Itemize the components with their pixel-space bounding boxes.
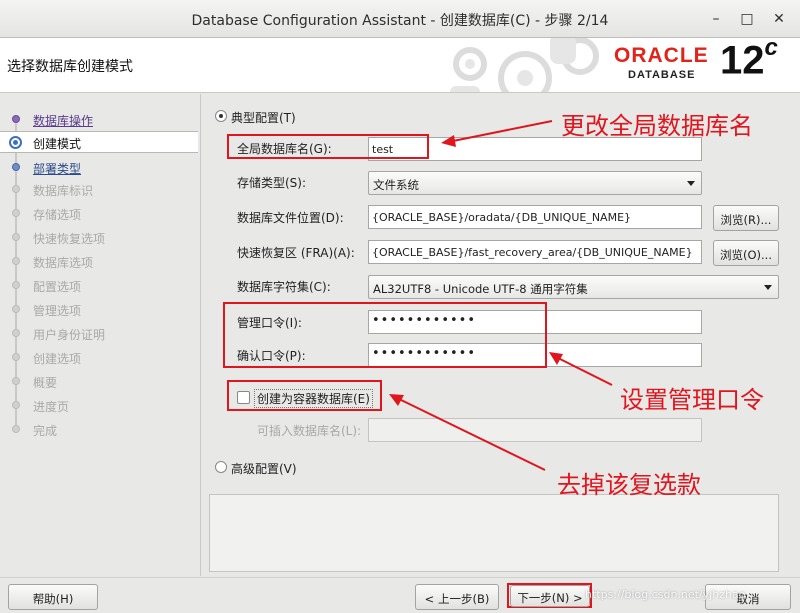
step-dot-icon <box>12 257 20 265</box>
fra-label: 快速恢复区 (FRA)(A): <box>237 246 355 260</box>
step-dot-icon <box>12 377 20 385</box>
annotation-change-db-name: 更改全局数据库名 <box>561 112 753 140</box>
db-file-location-input[interactable]: {ORACLE_BASE}/oradata/{DB_UNIQUE_NAME} <box>368 205 702 229</box>
step-dot-icon <box>12 353 20 361</box>
nav-step-create-options: 创建选项 <box>0 347 198 369</box>
step-header: 选择数据库创建模式 ORACLE DATABASE 12c <box>0 38 800 93</box>
window-titlebar: Database Configuration Assistant - 创建数据库… <box>0 0 800 38</box>
nav-step-progress: 进度页 <box>0 395 198 417</box>
nav-divider <box>200 94 201 576</box>
message-panel <box>209 494 779 572</box>
nav-step-summary: 概要 <box>0 371 198 393</box>
highlight-db-name <box>227 134 429 159</box>
nav-step-mgmt-options: 管理选项 <box>0 299 198 321</box>
version-logo: 12c <box>720 38 778 83</box>
nav-step-db-identifier: 数据库标识 <box>0 179 198 201</box>
step-dot-icon <box>12 233 20 241</box>
step-dot-icon <box>12 115 20 123</box>
page-title: 选择数据库创建模式 <box>7 59 133 75</box>
step-dot-icon <box>12 401 20 409</box>
charset-label: 数据库字符集(C): <box>237 280 331 294</box>
step-dot-icon <box>12 209 20 217</box>
browse-datafile-button[interactable]: 浏览(R)... <box>713 205 779 231</box>
nav-step-deploy-type[interactable]: 部署类型 <box>0 157 198 179</box>
storage-type-label: 存储类型(S): <box>237 176 307 190</box>
dropdown-arrow-icon <box>687 181 695 186</box>
window-title: Database Configuration Assistant - 创建数据库… <box>191 13 609 29</box>
nav-step-storage: 存储选项 <box>0 203 198 225</box>
db-file-location-label: 数据库文件位置(D): <box>237 211 344 225</box>
step-dot-icon <box>12 163 20 171</box>
step-dot-icon <box>12 281 20 289</box>
oracle-logo: ORACLE DATABASE <box>614 44 709 81</box>
browse-fra-button[interactable]: 浏览(O)... <box>713 240 779 266</box>
gears-decoration-icon <box>450 38 599 92</box>
step-navigation: 数据库操作 创建模式 部署类型 数据库标识 存储选项 快速恢复选项 数据库选项 … <box>0 94 200 574</box>
annotation-uncheck-option: 去掉该复选款 <box>557 471 701 499</box>
maximize-icon[interactable]: □ <box>737 9 757 29</box>
step-dot-icon <box>12 185 20 193</box>
watermark: https://blog.csdn.net/yjhzhao <box>585 588 746 601</box>
nav-step-db-options: 数据库选项 <box>0 251 198 273</box>
minimize-icon[interactable]: – <box>706 9 726 29</box>
dropdown-arrow-icon <box>764 285 772 290</box>
advanced-config-label: 高级配置(V) <box>231 462 297 476</box>
nav-step-credentials: 用户身份证明 <box>0 323 198 345</box>
nav-step-db-operation[interactable]: 数据库操作 <box>0 109 198 131</box>
pluggable-db-name-label: 可插入数据库名(L): <box>257 424 362 438</box>
highlight-passwords <box>223 302 547 368</box>
charset-select[interactable]: AL32UTF8 - Unicode UTF-8 通用字符集 <box>368 275 779 299</box>
storage-type-select[interactable]: 文件系统 <box>368 171 702 195</box>
step-dot-icon <box>12 425 20 433</box>
pluggable-db-name-input <box>368 418 702 442</box>
typical-config-label: 典型配置(T) <box>231 111 296 125</box>
fra-location-input[interactable]: {ORACLE_BASE}/fast_recovery_area/{DB_UNI… <box>368 240 702 264</box>
step-dot-icon <box>12 329 20 337</box>
arrow-head-icon <box>389 394 404 406</box>
highlight-container-checkbox <box>227 380 382 411</box>
annotation-set-password: 设置管理口令 <box>620 386 764 414</box>
step-dot-icon <box>12 305 20 313</box>
help-button[interactable]: 帮助(H) <box>8 584 98 610</box>
typical-config-radio[interactable] <box>215 110 227 122</box>
nav-step-config-options: 配置选项 <box>0 275 198 297</box>
advanced-config-radio[interactable] <box>215 461 227 473</box>
nav-step-create-mode[interactable]: 创建模式 <box>0 131 198 153</box>
close-icon[interactable]: ✕ <box>769 9 789 29</box>
back-button[interactable]: < 上一步(B) <box>415 584 499 610</box>
next-button[interactable]: 下一步(N) > <box>510 585 590 607</box>
current-step-icon <box>9 136 22 149</box>
nav-step-finish: 完成 <box>0 419 198 441</box>
nav-step-fast-recovery: 快速恢复选项 <box>0 227 198 249</box>
